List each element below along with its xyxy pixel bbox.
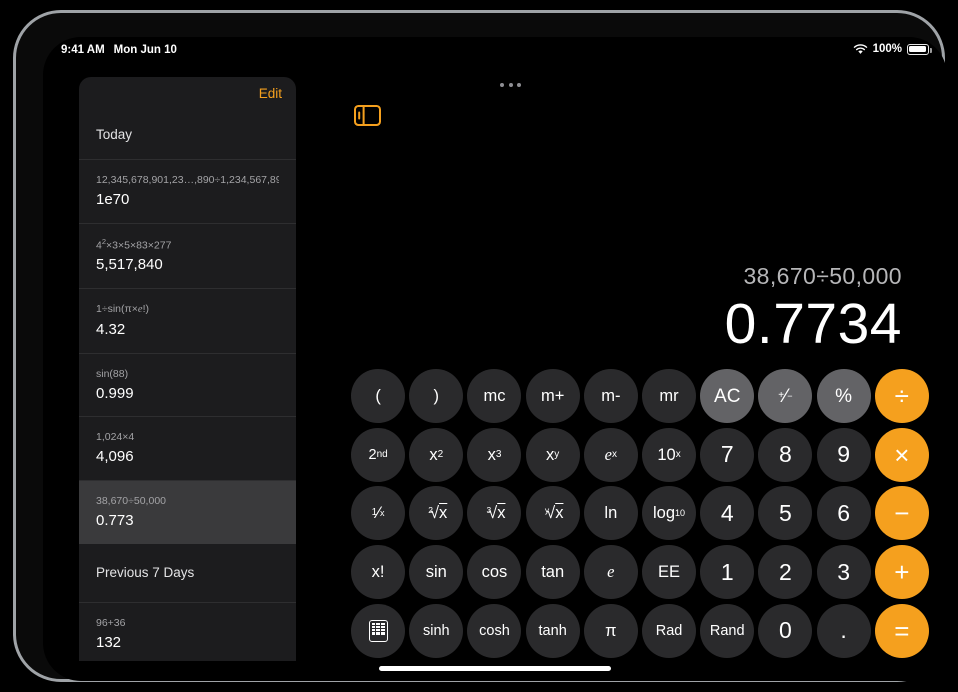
battery-percent-label: 100%	[872, 43, 902, 55]
key-square-root[interactable]: 2 √ x	[409, 486, 464, 541]
ipad-screen: 9:41 AM Mon Jun 10 100% Edit Today 12,34…	[43, 37, 947, 681]
key-random[interactable]: Rand	[700, 603, 755, 658]
ipad-device-frame: 9:41 AM Mon Jun 10 100% Edit Today 12,34…	[13, 10, 947, 682]
history-row[interactable]: 1÷sin(π×e!) 4.32	[79, 287, 296, 353]
key-ten-to-the-x[interactable]: 10 x	[642, 427, 697, 482]
history-result: 4.32	[96, 321, 126, 339]
battery-icon	[907, 43, 932, 55]
key-7[interactable]: 7	[700, 427, 755, 482]
key-pi[interactable]: π	[583, 603, 638, 658]
history-row[interactable]: 38,670÷50,000 0.773	[79, 479, 296, 544]
key-radians[interactable]: Rad	[642, 603, 697, 658]
key-2[interactable]: 2	[758, 545, 813, 600]
key-euler-number[interactable]: e	[583, 545, 638, 600]
history-expression: 12,345,678,901,23…,890÷1,234,567,890	[96, 174, 279, 186]
status-bar: 9:41 AM Mon Jun 10 100%	[43, 37, 947, 65]
display-result: 0.7734	[724, 292, 902, 356]
calculator-display: 38,670÷50,000 0.7734	[725, 263, 902, 356]
key-memory-recall[interactable]: mr	[642, 369, 697, 424]
edit-button[interactable]: Edit	[259, 86, 282, 101]
key-6[interactable]: 6	[816, 486, 871, 541]
key-open-paren[interactable]: (	[351, 369, 406, 424]
section-header-previous-7-days: Previous 7 Days	[96, 564, 195, 580]
key-factorial[interactable]: x!	[351, 545, 406, 600]
status-bar-right: 100%	[853, 43, 932, 55]
history-row[interactable]: 96+36 132	[79, 601, 296, 661]
history-list: 12,345,678,901,23…,890÷1,234,567,890 1e70…	[79, 159, 296, 661]
key-equals[interactable]: =	[874, 603, 929, 658]
calculator-panel: 38,670÷50,000 0.7734 () mc m+ m-mr AC + ⁄ −% ÷ 2 n…	[296, 65, 947, 681]
key-decimal-point[interactable]: .	[816, 603, 871, 658]
battery-fill	[909, 45, 927, 52]
key-tangent[interactable]: tan	[525, 545, 580, 600]
key-percent[interactable]: %	[816, 369, 871, 424]
key-memory-subtract[interactable]: m-	[583, 369, 638, 424]
key-close-paren[interactable]: )	[409, 369, 464, 424]
key-0[interactable]: 0	[758, 603, 813, 658]
key-cosine[interactable]: cos	[467, 545, 522, 600]
history-expression: 1÷sin(π×e!)	[96, 302, 149, 315]
history-expression: 96+36	[96, 616, 126, 629]
history-row[interactable]: 12,345,678,901,23…,890÷1,234,567,890 1e70	[79, 159, 296, 223]
key-memory-add[interactable]: m+	[525, 369, 580, 424]
history-row[interactable]: 42×3×5×83×277 5,517,840	[79, 222, 296, 288]
status-date: Mon Jun 10	[113, 44, 177, 56]
section-header-today: Today	[96, 126, 133, 142]
key-divide[interactable]: ÷	[874, 369, 929, 424]
history-expression: 42×3×5×83×277	[96, 236, 172, 252]
key-3[interactable]: 3	[816, 545, 871, 600]
key-subtract[interactable]: −	[874, 486, 929, 541]
key-hyperbolic-tangent[interactable]: tanh	[525, 603, 580, 658]
history-result: 5,517,840	[96, 256, 163, 274]
key-natural-log[interactable]: ln	[583, 486, 638, 541]
key-x-cubed[interactable]: x3	[467, 427, 522, 482]
history-result: 132	[96, 633, 122, 651]
key-log-base-ten[interactable]: log 10	[642, 486, 697, 541]
key-sign-toggle[interactable]: + ⁄ −	[758, 369, 813, 424]
key-add[interactable]: +	[874, 545, 929, 600]
history-expression: 1,024×4	[96, 431, 135, 444]
key-sine[interactable]: sin	[409, 545, 464, 600]
history-sidebar: Edit Today 12,345,678,901,23…,890÷1,234,…	[79, 77, 296, 661]
sidebar-header: Edit Today	[79, 77, 296, 159]
key-x-to-the-y[interactable]: xy	[525, 427, 580, 482]
key-multiply[interactable]: ×	[874, 427, 929, 482]
history-row[interactable]: 1,024×4 4,096	[79, 416, 296, 480]
key-8[interactable]: 8	[758, 427, 813, 482]
history-expression: sin(88)	[96, 367, 129, 380]
status-bar-left: 9:41 AM Mon Jun 10	[61, 44, 177, 56]
key-9[interactable]: 9	[816, 427, 871, 482]
key-all-clear[interactable]: AC	[700, 369, 755, 424]
home-indicator[interactable]	[379, 666, 611, 671]
status-time: 9:41 AM	[61, 44, 105, 56]
key-5[interactable]: 5	[758, 486, 813, 541]
display-expression: 38,670÷50,000	[743, 263, 902, 289]
history-result: 0.999	[96, 384, 134, 402]
key-hyperbolic-cosine[interactable]: cosh	[467, 603, 522, 658]
key-e-to-the-x[interactable]: ex	[583, 427, 638, 482]
key-4[interactable]: 4	[700, 486, 755, 541]
key-reciprocal[interactable]: 1 ⁄ x	[351, 486, 406, 541]
key-calculator-mode[interactable]	[351, 603, 406, 658]
key-second-function[interactable]: 2nd	[351, 427, 406, 482]
screenshot-root: 9:41 AM Mon Jun 10 100% Edit Today 12,34…	[0, 0, 958, 692]
history-result: 0.773	[96, 512, 134, 530]
history-result: 4,096	[96, 448, 134, 466]
key-exponent-entry[interactable]: EE	[642, 545, 697, 600]
key-hyperbolic-sine[interactable]: sinh	[409, 603, 464, 658]
key-1[interactable]: 1	[700, 545, 755, 600]
wifi-icon	[853, 43, 867, 54]
history-result: 1e70	[96, 191, 130, 209]
key-x-squared[interactable]: x2	[409, 427, 464, 482]
history-expression: 38,670÷50,000	[96, 494, 166, 507]
key-y-root[interactable]: y √ x	[525, 486, 580, 541]
history-row[interactable]: sin(88) 0.999	[79, 352, 296, 417]
key-memory-clear[interactable]: mc	[467, 369, 522, 424]
key-cube-root[interactable]: 3 √ x	[467, 486, 522, 541]
calculator-keypad: () mc m+ m-mr AC + ⁄ −% ÷ 2nd x 2 x 3 x y e x 10 x 7 8 9 × 1 ⁄ x 2 √…	[349, 367, 931, 660]
